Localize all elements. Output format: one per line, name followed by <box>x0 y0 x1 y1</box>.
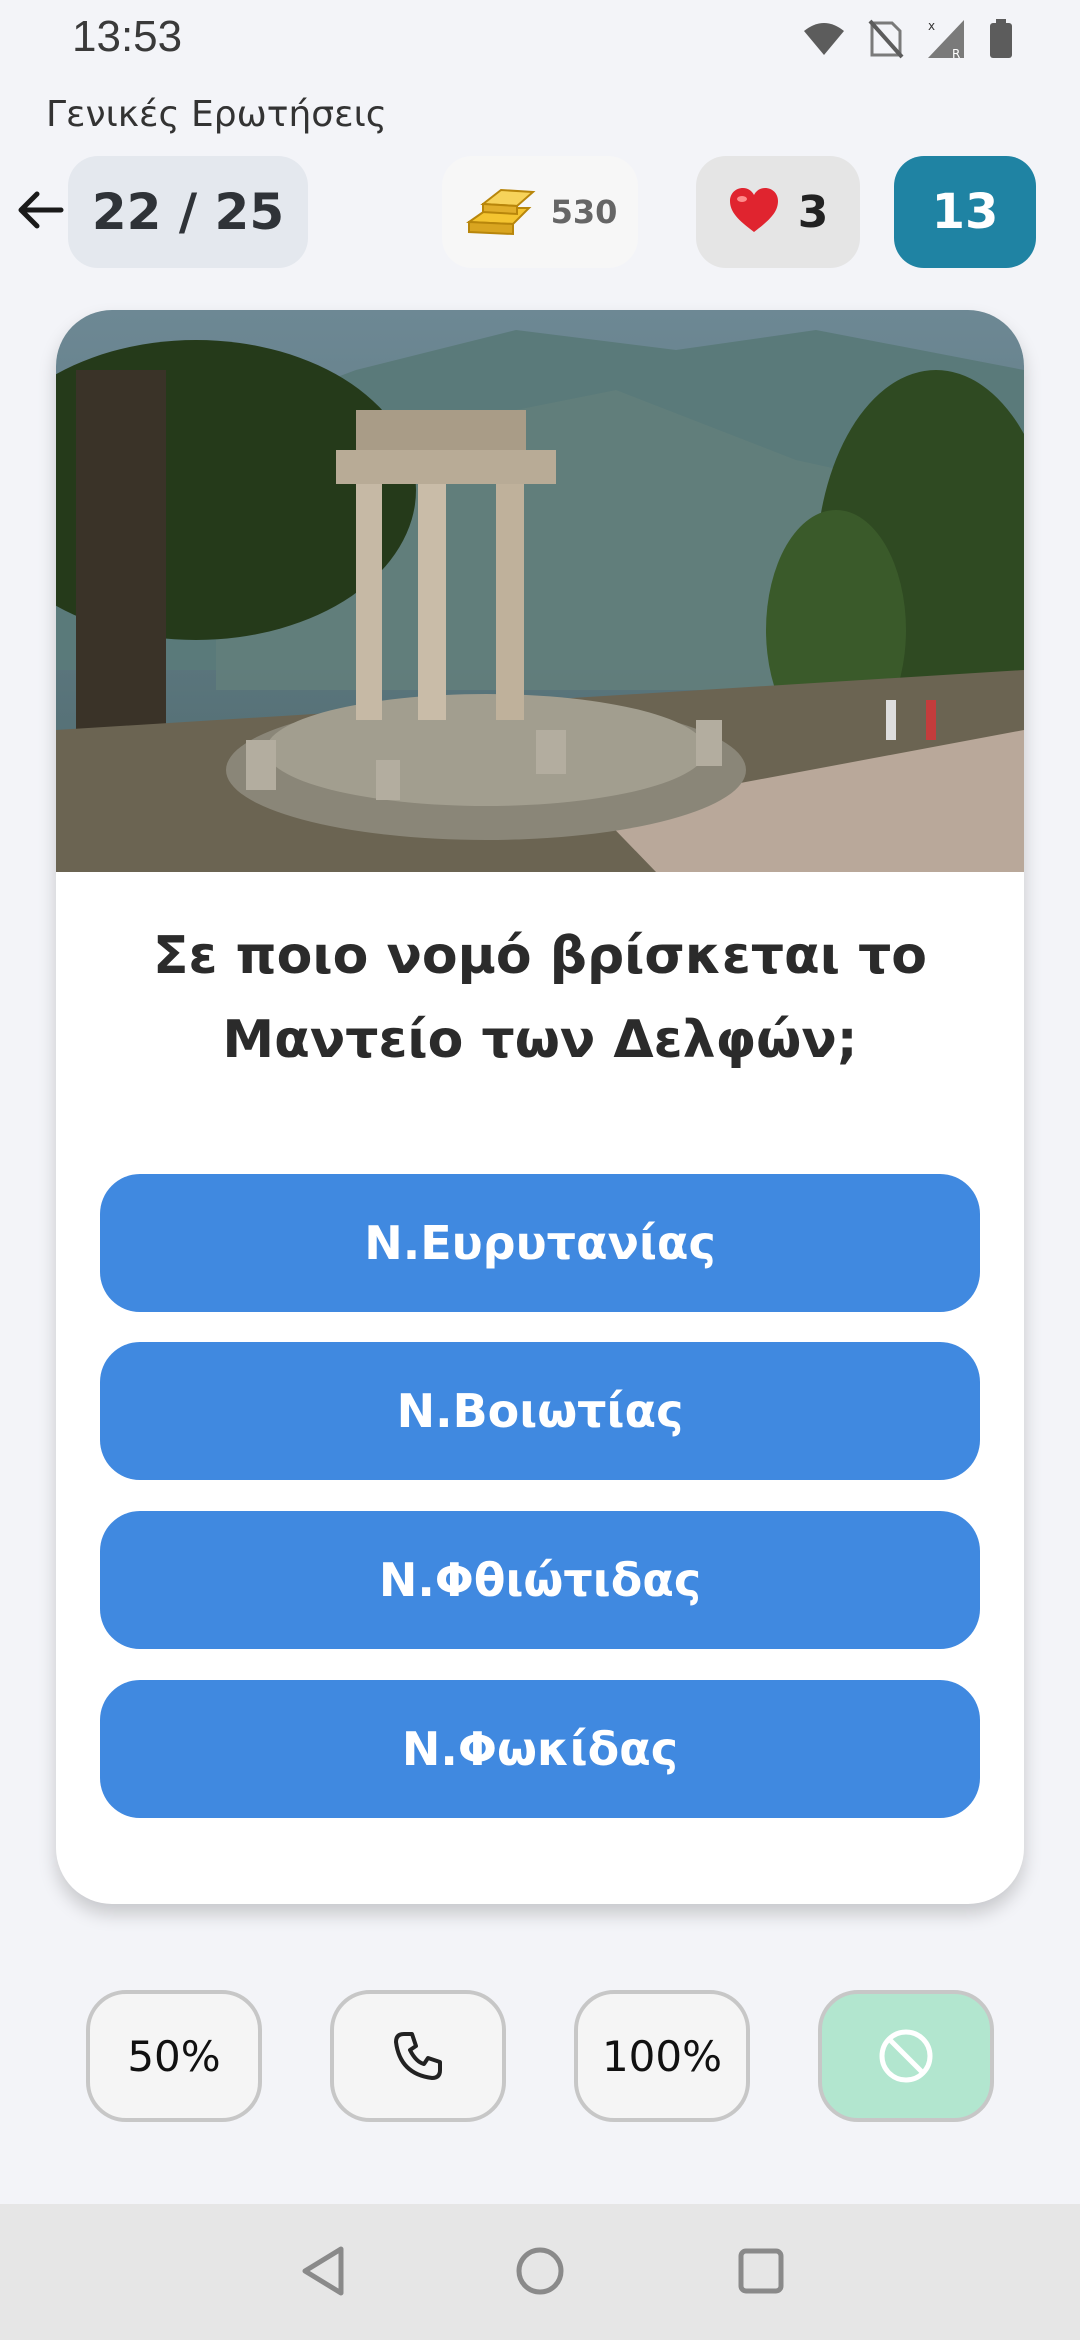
lives-counter: 3 <box>696 156 860 268</box>
question-card: Σε ποιο νομό βρίσκεται το Μαντείο των Δε… <box>56 310 1024 1904</box>
question-text: Σε ποιο νομό βρίσκεται το Μαντείο των Δε… <box>152 926 928 1070</box>
answer-option-3[interactable]: Ν.Φθιώτιδας <box>100 1511 980 1649</box>
coins-counter: 530 <box>442 156 638 268</box>
status-time: 13:53 <box>72 12 183 61</box>
nav-home-button[interactable] <box>505 2236 575 2306</box>
coins-value: 530 <box>550 193 618 231</box>
battery-icon <box>988 19 1014 63</box>
skip-button[interactable] <box>818 1990 994 2122</box>
gold-bars-icon <box>463 182 537 242</box>
block-icon <box>879 2029 933 2083</box>
category-label: Γενικές Ερωτήσεις <box>46 94 387 135</box>
system-nav-bar <box>0 2204 1080 2340</box>
answer-option-2[interactable]: Ν.Βοιωτίας <box>100 1342 980 1480</box>
lives-value: 3 <box>797 186 829 238</box>
phone-icon <box>394 2032 442 2080</box>
triangle-back-icon <box>302 2246 344 2296</box>
svg-text:x: x <box>928 19 935 33</box>
question-image <box>56 310 1024 872</box>
question-progress: 22 / 25 <box>68 156 308 268</box>
fifty-fifty-button[interactable]: 50% <box>86 1990 262 2122</box>
svg-text:R: R <box>952 47 960 60</box>
timer-badge: 13 <box>894 156 1036 268</box>
status-icons: x R <box>802 18 1014 64</box>
no-sim-icon <box>868 19 904 63</box>
wifi-icon <box>802 19 846 63</box>
arrow-left-icon <box>18 191 64 229</box>
answer-option-1[interactable]: Ν.Ευρυτανίας <box>100 1174 980 1312</box>
status-bar: 13:53 x R <box>0 0 1080 80</box>
nav-back-button[interactable] <box>288 2236 358 2306</box>
hundred-percent-button[interactable]: 100% <box>574 1990 750 2122</box>
answer-option-4[interactable]: Ν.Φωκίδας <box>100 1680 980 1818</box>
circle-home-icon <box>516 2247 564 2295</box>
phone-friend-button[interactable] <box>330 1990 506 2122</box>
nav-recents-button[interactable] <box>726 2236 796 2306</box>
square-recents-icon <box>738 2248 784 2294</box>
signal-icon: x R <box>926 18 966 64</box>
heart-icon <box>728 186 780 238</box>
back-button[interactable] <box>10 180 70 240</box>
